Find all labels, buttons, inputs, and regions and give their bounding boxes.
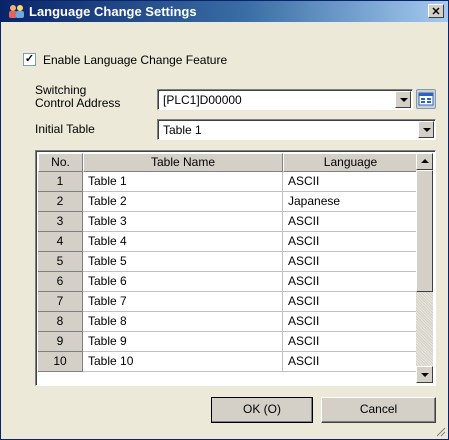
table-name-cell[interactable]: Table 2	[83, 192, 283, 212]
table-name-cell[interactable]: Table 1	[83, 172, 283, 192]
switching-address-dropdown-button[interactable]	[395, 91, 411, 108]
switching-control-address-label: Switching Control Address	[35, 84, 120, 110]
cancel-button[interactable]: Cancel	[321, 397, 436, 423]
initial-table-dropdown-button[interactable]	[418, 121, 434, 138]
row-number: 10	[38, 352, 83, 372]
close-button[interactable]: ✕	[428, 4, 444, 18]
language-cell[interactable]: Japanese	[283, 192, 418, 212]
scroll-up-button[interactable]	[416, 153, 433, 170]
table-row[interactable]: 3 Table 3 ASCII	[38, 212, 418, 232]
row-number: 3	[38, 212, 83, 232]
table-row[interactable]: 1 Table 1 ASCII	[38, 172, 418, 192]
table-row[interactable]: 7 Table 7 ASCII	[38, 292, 418, 312]
language-cell[interactable]: ASCII	[283, 212, 418, 232]
column-header-no[interactable]: No.	[38, 153, 83, 172]
title-bar[interactable]: Language Change Settings ✕	[1, 1, 448, 22]
window-title: Language Change Settings	[29, 4, 197, 19]
resize-grip-icon[interactable]	[434, 425, 446, 437]
column-header-language[interactable]: Language	[283, 153, 418, 172]
table-name-cell[interactable]: Table 9	[83, 332, 283, 352]
scroll-down-button[interactable]	[416, 366, 433, 383]
table-row[interactable]: 8 Table 8 ASCII	[38, 312, 418, 332]
table-row[interactable]: 4 Table 4 ASCII	[38, 232, 418, 252]
row-number: 7	[38, 292, 83, 312]
table-vertical-scrollbar[interactable]	[416, 153, 433, 383]
chevron-up-icon	[421, 159, 429, 163]
scrollbar-thumb[interactable]	[416, 170, 433, 292]
settings-people-icon	[9, 5, 24, 18]
table-name-cell[interactable]: Table 6	[83, 272, 283, 292]
row-number: 2	[38, 192, 83, 212]
switching-address-value: [PLC1]D00000	[163, 93, 242, 107]
language-cell[interactable]: ASCII	[283, 332, 418, 352]
switching-label-line2: Control Address	[35, 96, 121, 110]
chevron-down-icon	[400, 98, 408, 102]
table-name-cell[interactable]: Table 5	[83, 252, 283, 272]
switching-address-combo[interactable]: [PLC1]D00000	[157, 89, 413, 110]
row-number: 1	[38, 172, 83, 192]
language-cell[interactable]: ASCII	[283, 312, 418, 332]
table-name-cell[interactable]: Table 7	[83, 292, 283, 312]
language-cell[interactable]: ASCII	[283, 252, 418, 272]
chevron-down-icon	[423, 128, 431, 132]
language-cell[interactable]: ASCII	[283, 232, 418, 252]
checkmark-icon: ✓	[24, 53, 35, 65]
enable-language-change-label[interactable]: Enable Language Change Feature	[43, 53, 227, 67]
row-number: 5	[38, 252, 83, 272]
row-number: 4	[38, 232, 83, 252]
row-number: 9	[38, 332, 83, 352]
table-name-cell[interactable]: Table 3	[83, 212, 283, 232]
table-header: No. Table Name Language	[38, 153, 418, 172]
initial-table-label: Initial Table	[35, 122, 95, 136]
table-row[interactable]: 6 Table 6 ASCII	[38, 272, 418, 292]
initial-table-value: Table 1	[163, 123, 202, 137]
language-cell[interactable]: ASCII	[283, 352, 418, 372]
column-header-table-name[interactable]: Table Name	[83, 153, 283, 172]
table-name-cell[interactable]: Table 10	[83, 352, 283, 372]
table-row[interactable]: 9 Table 9 ASCII	[38, 332, 418, 352]
ok-button[interactable]: OK (O)	[211, 397, 313, 423]
close-icon: ✕	[431, 6, 441, 18]
row-number: 8	[38, 312, 83, 332]
address-input-button[interactable]	[416, 89, 436, 109]
language-table: No. Table Name Language 1 Table 1 ASCII …	[35, 150, 436, 386]
address-input-icon	[418, 92, 434, 106]
table-row[interactable]: 5 Table 5 ASCII	[38, 252, 418, 272]
initial-table-select[interactable]: Table 1	[157, 119, 436, 140]
language-change-settings-dialog: Language Change Settings ✕ ✓ Enable Lang…	[0, 0, 449, 440]
table-name-cell[interactable]: Table 8	[83, 312, 283, 332]
chevron-down-icon	[421, 373, 429, 377]
table-row[interactable]: 2 Table 2 Japanese	[38, 192, 418, 212]
language-cell[interactable]: ASCII	[283, 292, 418, 312]
language-cell[interactable]: ASCII	[283, 272, 418, 292]
table-name-cell[interactable]: Table 4	[83, 232, 283, 252]
row-number: 6	[38, 272, 83, 292]
language-cell[interactable]: ASCII	[283, 172, 418, 192]
enable-language-change-checkbox[interactable]: ✓	[23, 53, 36, 66]
table-row[interactable]: 10 Table 10 ASCII	[38, 352, 418, 372]
